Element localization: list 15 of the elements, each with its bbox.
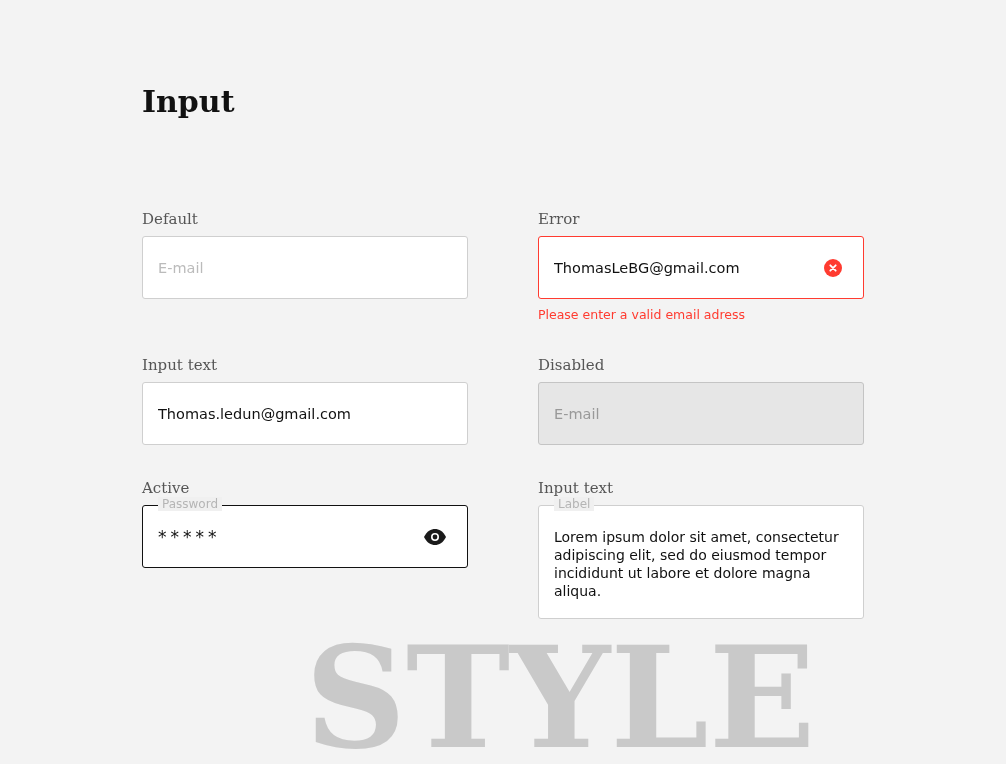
field-label: Disabled xyxy=(538,356,605,374)
eye-icon[interactable] xyxy=(424,528,446,545)
clear-icon[interactable] xyxy=(824,258,842,277)
input-field[interactable]: Thomas.ledun@gmail.com xyxy=(142,382,468,445)
floating-label: Password xyxy=(158,497,223,511)
field-label: Input text xyxy=(142,356,218,374)
input-field[interactable]: E-mail xyxy=(142,236,468,299)
field-label: Active xyxy=(142,479,190,497)
error-message: Please enter a valid email adress xyxy=(538,307,746,322)
field-label: Input text xyxy=(538,479,614,497)
floating-label: Label xyxy=(554,497,595,511)
field-label: Error xyxy=(538,210,580,228)
field-label: Default xyxy=(142,210,198,228)
input-field[interactable]: ThomasLeBG@gmail.com xyxy=(538,236,864,299)
page-title: Input xyxy=(142,83,235,121)
